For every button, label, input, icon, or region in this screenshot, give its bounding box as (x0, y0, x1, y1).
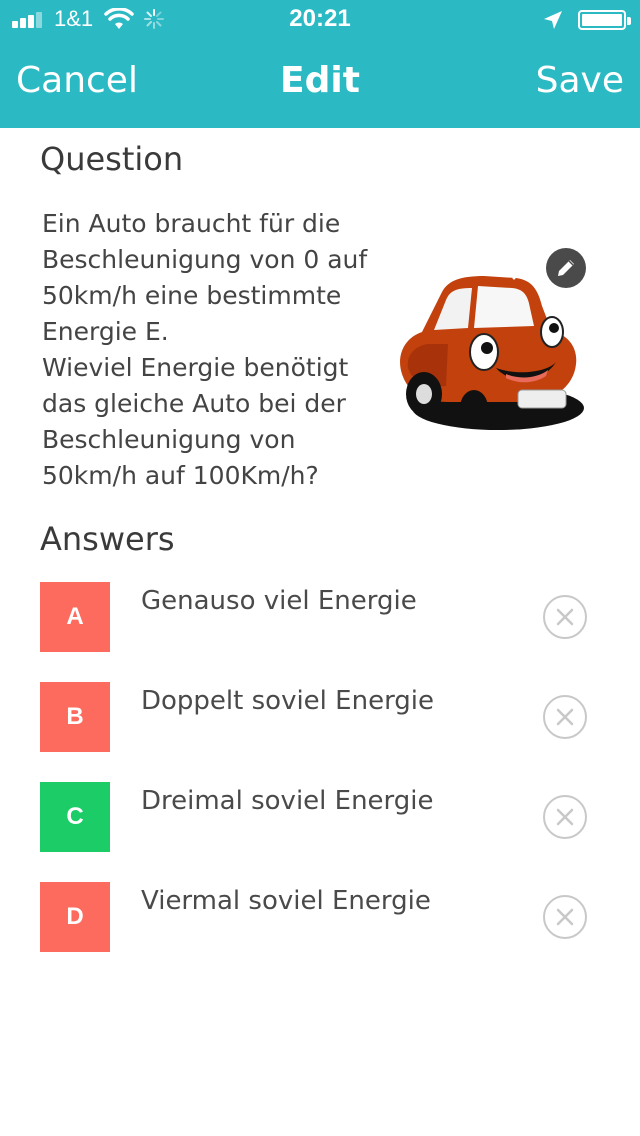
answer-text-a[interactable]: Genauso viel Energie (141, 586, 417, 616)
answer-row-c: C Dreimal soviel Energie (40, 782, 600, 852)
edit-image-button[interactable] (546, 248, 586, 288)
battery-icon (578, 10, 631, 30)
close-icon (556, 908, 574, 926)
close-icon (556, 708, 574, 726)
remove-answer-b-button[interactable] (543, 695, 587, 739)
status-bar: 1&1 20:21 (0, 0, 640, 40)
answer-text-d[interactable]: Viermal soviel Energie (141, 886, 431, 916)
save-button[interactable]: Save (536, 60, 624, 101)
close-icon (556, 808, 574, 826)
answer-row-a: A Genauso viel Energie (40, 582, 600, 652)
answer-letter-d[interactable]: D (40, 882, 110, 952)
question-heading: Question (40, 140, 184, 178)
answer-row-b: B Doppelt soviel Energie (40, 682, 600, 752)
remove-answer-a-button[interactable] (543, 595, 587, 639)
answer-letter-b[interactable]: B (40, 682, 110, 752)
answer-row-d: D Viermal soviel Energie (40, 882, 600, 952)
remove-answer-c-button[interactable] (543, 795, 587, 839)
pencil-icon (558, 260, 574, 276)
answers-heading: Answers (40, 520, 175, 558)
header-bar: 1&1 20:21 Cancel Edit Save (0, 0, 640, 128)
answer-text-b[interactable]: Doppelt soviel Energie (141, 686, 434, 716)
answer-letter-a[interactable]: A (40, 582, 110, 652)
answer-text-c[interactable]: Dreimal soviel Energie (141, 786, 434, 816)
answer-letter-c[interactable]: C (40, 782, 110, 852)
question-text[interactable]: Ein Auto braucht für die Beschleunigung … (42, 206, 382, 494)
close-icon (556, 608, 574, 626)
remove-answer-d-button[interactable] (543, 895, 587, 939)
battery-fill (582, 14, 622, 26)
battery-nub (627, 17, 631, 25)
location-arrow-icon (544, 11, 562, 29)
